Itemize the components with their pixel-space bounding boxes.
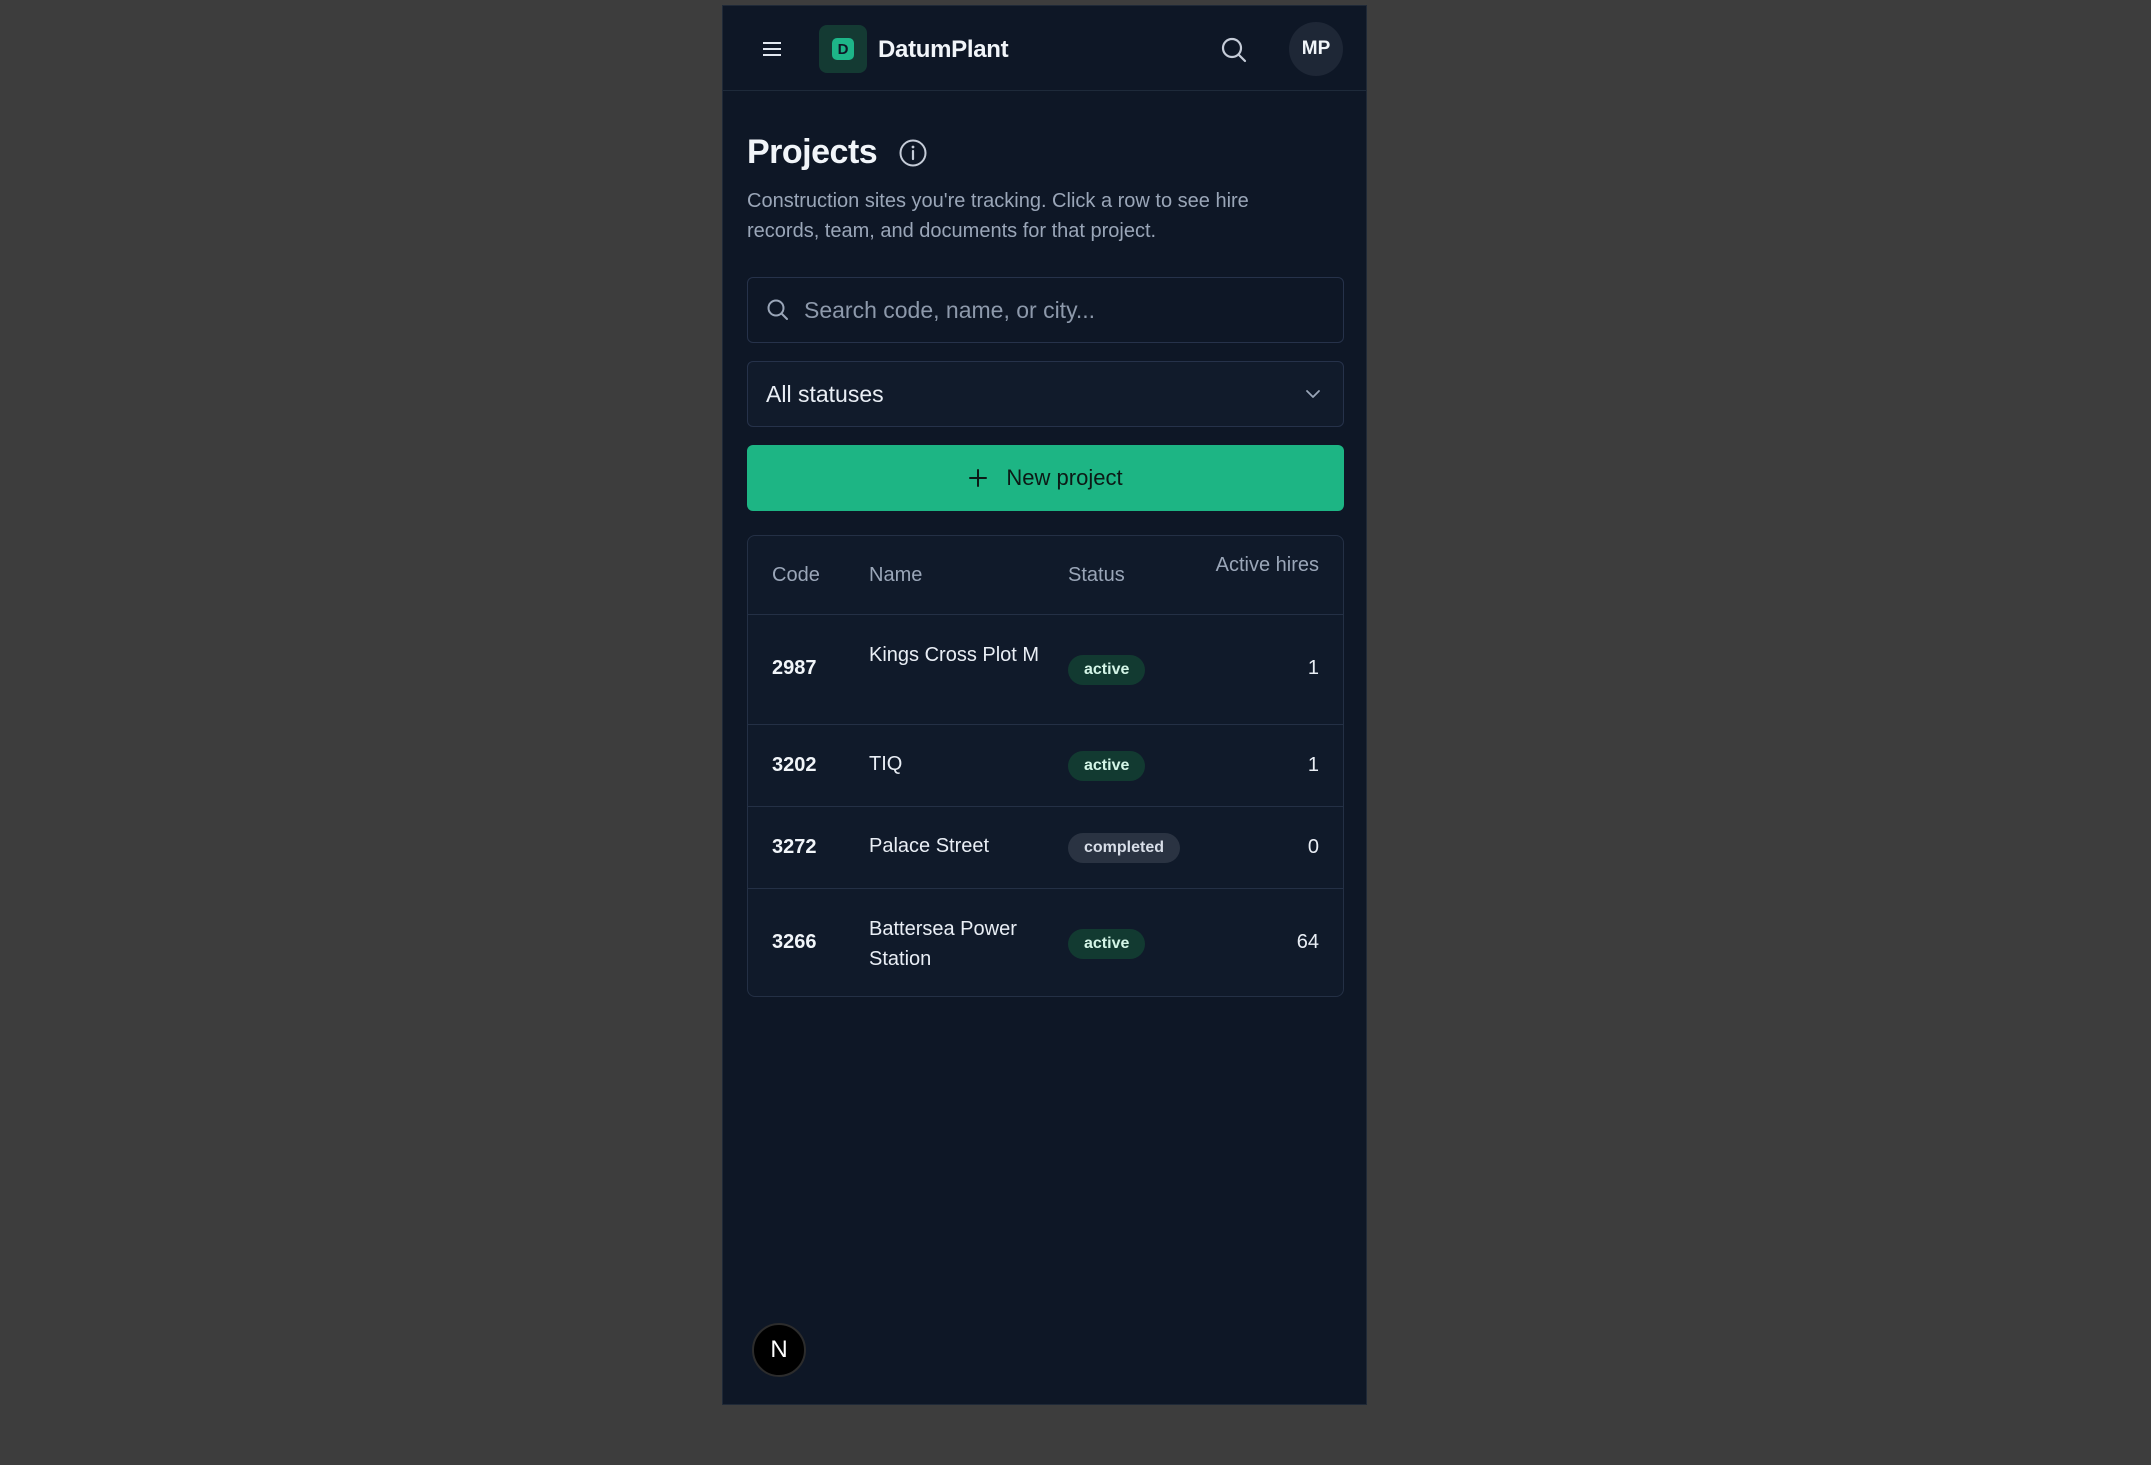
app-window: D DatumPlant MP Projects Construction si… [722,5,1367,1405]
plus-icon [969,469,988,487]
hamburger-menu-icon [763,42,781,56]
dev-tools-button[interactable]: N [752,1323,806,1377]
projects-table: Code Name Status Active hires 2987 Kings… [747,535,1344,997]
page-subtitle: Construction sites you're tracking. Clic… [747,190,1249,242]
top-bar: D DatumPlant MP [723,6,1366,91]
info-icon[interactable] [898,138,928,168]
header-search-button[interactable] [1218,34,1250,66]
row-code: 3272 [772,836,817,858]
new-project-label: New project [1006,465,1123,490]
logo-letter: D [832,38,854,60]
row-active-hires: 64 [1296,931,1319,953]
table-row[interactable]: 3202 TIQ active 1 [748,726,1343,807]
row-name: Kings Cross Plot M [869,644,1040,666]
row-name: Battersea Power Station [869,918,1017,970]
row-active-hires: 1 [1307,657,1319,679]
status-badge: active [1068,655,1146,685]
page-title: Projects [747,133,878,171]
menu-button[interactable] [757,34,787,64]
row-active-hires: 0 [1307,836,1319,858]
chevron-down-icon [1306,390,1320,398]
new-project-button[interactable]: New project [747,445,1344,511]
status-filter-value: All statuses [766,380,884,407]
row-name: TIQ [869,753,903,775]
table-header: Code Name Status Active hires [748,536,1343,615]
status-badge: active [1068,751,1146,781]
row-name: Palace Street [869,835,990,857]
column-header-code[interactable]: Code [772,564,820,587]
row-code: 2987 [772,657,817,679]
table-row[interactable]: 2987 Kings Cross Plot M active 1 [748,616,1343,725]
search-icon [767,299,788,320]
search-icon [1221,37,1247,63]
table-row[interactable]: 3266 Battersea Power Station active 64 [748,890,1343,996]
column-header-name[interactable]: Name [869,564,922,587]
app-logo[interactable]: D [819,25,867,73]
row-active-hires: 1 [1307,754,1319,776]
user-avatar[interactable]: MP [1289,22,1343,76]
search-input[interactable] [802,295,1322,325]
status-filter-select[interactable]: All statuses [747,361,1344,427]
status-badge: active [1068,929,1146,959]
column-header-active-hires[interactable]: Active hires [1199,550,1319,580]
column-header-status[interactable]: Status [1068,564,1125,587]
table-row[interactable]: 3272 Palace Street completed 0 [748,808,1343,889]
search-field[interactable] [747,277,1344,343]
row-code: 3266 [772,931,817,953]
brand-name[interactable]: DatumPlant [878,36,1009,64]
row-code: 3202 [772,754,817,776]
status-badge: completed [1068,833,1181,863]
